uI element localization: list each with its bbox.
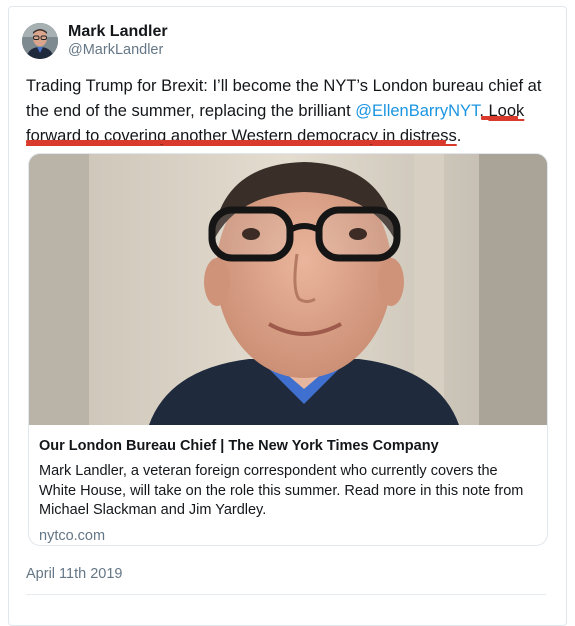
link-preview-image[interactable]	[29, 154, 547, 425]
author-handle[interactable]: @MarkLandler	[68, 41, 168, 59]
tweet-timestamp[interactable]: April 11th 2019	[26, 566, 122, 582]
annotation-underline-short	[481, 116, 518, 120]
link-card-description: Mark Landler, a veteran foreign correspo…	[39, 463, 524, 518]
annotation-underline-long	[26, 140, 446, 144]
tweet-text-end: .	[456, 127, 462, 145]
link-preview-card[interactable]: Our London Bureau Chief | The New York T…	[28, 153, 548, 546]
avatar[interactable]	[22, 22, 58, 59]
link-card-domain: nytco.com	[39, 527, 106, 544]
mention-link[interactable]: @EllenBarryNYT	[355, 102, 479, 120]
link-card-title[interactable]: Our London Bureau Chief | The New York T…	[39, 437, 535, 456]
tweet-text: Trading Trump for Brexit: I’ll become th…	[26, 74, 546, 149]
avatar-portrait-icon	[22, 22, 58, 59]
tweet-author[interactable]: Mark Landler @MarkLandler	[22, 22, 168, 59]
divider	[26, 594, 546, 595]
author-display-name[interactable]: Mark Landler	[68, 22, 168, 41]
